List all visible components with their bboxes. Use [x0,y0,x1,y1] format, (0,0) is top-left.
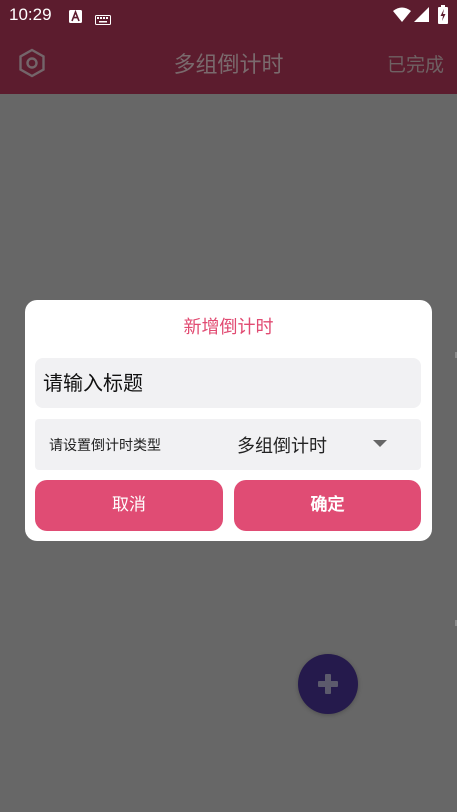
add-fab-button[interactable] [298,654,358,714]
cancel-button[interactable]: 取消 [35,480,223,531]
countdown-type-label: 请设置倒计时类型 [49,438,161,454]
dropdown-arrow-icon [373,440,387,447]
status-time: 10:29 [9,5,52,24]
signal-icon [414,7,429,26]
countdown-type-row: 请设置倒计时类型 多组倒计时 [35,419,421,470]
completed-button[interactable]: 已完成 [387,50,444,77]
screen: 10:29 多组倒计时 已完成 新增倒计时 请输入标题 请设置倒计时类型 多组倒… [0,0,457,812]
countdown-type-dropdown[interactable]: 多组倒计时 [231,419,421,470]
title-input[interactable] [35,358,421,408]
status-bar: 10:29 [0,0,457,30]
battery-charging-icon [438,5,448,28]
keyboard-icon [95,10,111,29]
plus-icon [318,674,338,694]
app-bar: 多组倒计时 已完成 [0,30,457,94]
confirm-button[interactable]: 确定 [234,480,421,531]
text-a-icon [69,8,82,27]
dialog-title: 新增倒计时 [183,317,274,338]
wifi-icon [393,7,411,26]
add-countdown-dialog: 新增倒计时 请设置倒计时类型 多组倒计时 取消 确定 [25,300,432,541]
countdown-type-value: 多组倒计时 [237,436,327,457]
